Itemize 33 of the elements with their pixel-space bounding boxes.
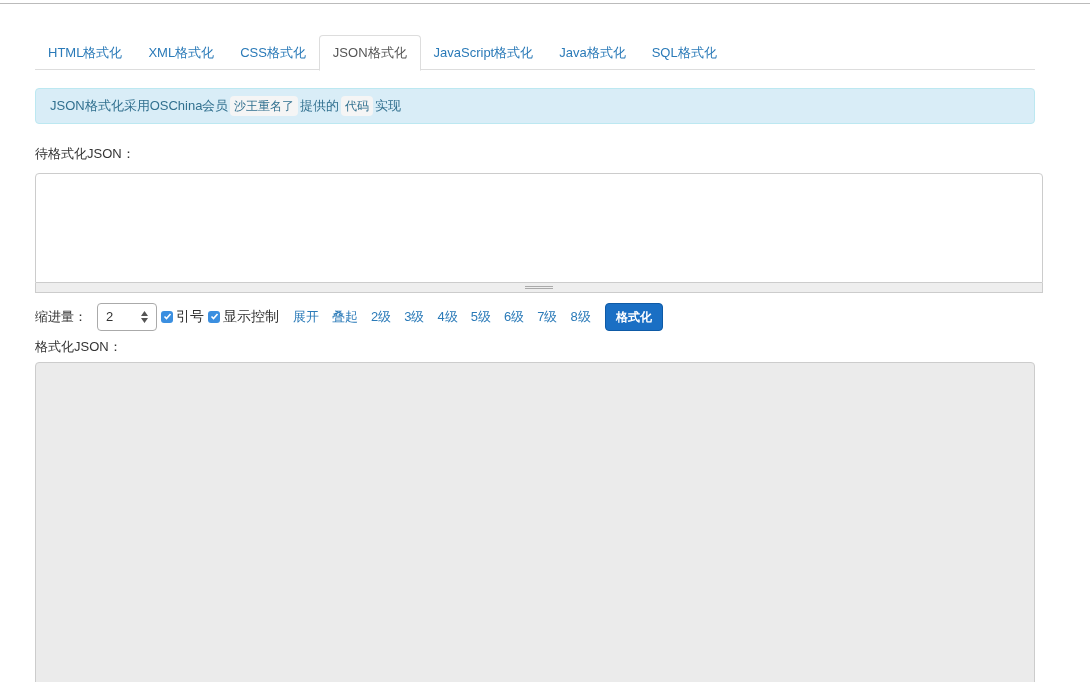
tab[interactable]: JavaScript格式化 [420, 35, 547, 70]
alert-text: 实现 [375, 97, 402, 116]
level-link[interactable]: 6级 [503, 306, 525, 327]
alert-text: JSON格式化采用OSChina会员 [50, 97, 229, 116]
checkbox-label: 显示控制 [223, 307, 279, 326]
indent-select[interactable]: 2 [97, 302, 157, 331]
level-link[interactable]: 2级 [371, 306, 392, 327]
level-link[interactable]: 5级 [470, 306, 491, 327]
code-snippet: 沙王重名了 [230, 96, 299, 116]
json-input-field[interactable] [35, 172, 1043, 283]
checkbox[interactable] [161, 310, 173, 323]
format-button[interactable]: 格式化 [604, 302, 663, 331]
indent-label: 缩进量： [35, 307, 87, 326]
level-link[interactable]: 3级 [404, 306, 425, 327]
tab[interactable]: CSS格式化 [227, 35, 319, 70]
tab[interactable]: JSON格式化 [318, 35, 421, 71]
tab[interactable]: Java格式化 [546, 35, 639, 70]
tab[interactable]: SQL格式化 [638, 35, 730, 70]
code-snippet: 代码 [341, 96, 374, 116]
checkbox[interactable] [208, 310, 220, 323]
resize-handle[interactable] [35, 282, 1043, 293]
output-label: 格式化JSON： [35, 338, 122, 354]
tab[interactable]: XML格式化 [135, 35, 228, 70]
input-label: 待格式化JSON： [35, 146, 135, 161]
level-link[interactable]: 叠起 [332, 306, 358, 327]
level-link[interactable]: 7级 [537, 306, 558, 327]
checkbox-label: 引号 [176, 307, 204, 326]
spinner-icon [141, 310, 148, 323]
level-link[interactable]: 4级 [437, 306, 458, 327]
alert-text: 提供的 [300, 97, 340, 116]
level-link[interactable]: 8级 [570, 306, 591, 327]
tab[interactable]: HTML格式化 [35, 35, 136, 70]
level-link[interactable]: 展开 [293, 306, 319, 327]
